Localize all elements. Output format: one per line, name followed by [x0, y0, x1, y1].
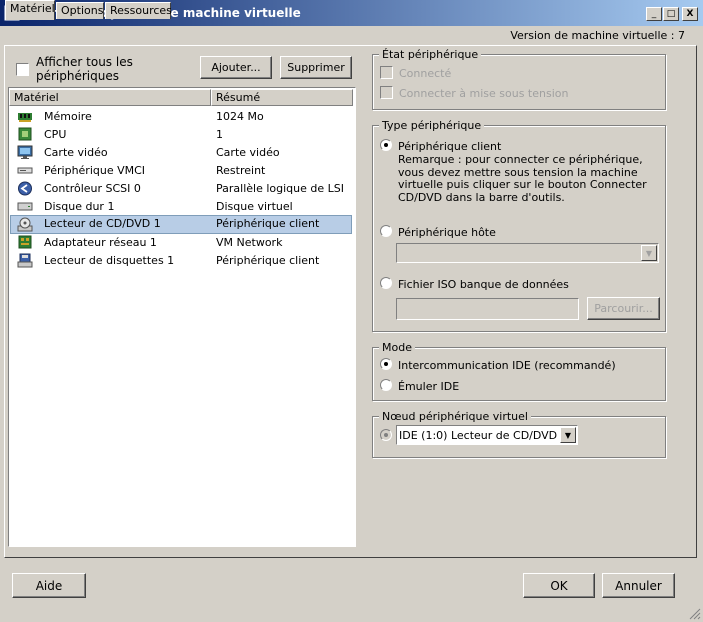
chevron-down-icon: ▼	[641, 245, 657, 261]
cancel-button[interactable]: Annuler	[602, 573, 675, 598]
close-button[interactable]: X	[682, 7, 698, 21]
memory-icon	[18, 113, 32, 122]
device-row-cd-dvd[interactable]: Lecteur de CD/DVD 1 Périphérique client	[10, 215, 352, 234]
host-device-label: Périphérique hôte	[398, 226, 496, 239]
tab-options[interactable]: Options	[56, 2, 104, 19]
device-status-legend: État périphérique	[379, 48, 482, 61]
virtual-node-value: IDE (1:0) Lecteur de CD/DVD 1	[399, 429, 568, 442]
iso-path-field[interactable]	[396, 298, 579, 320]
ide-passthrough-radio[interactable]	[380, 358, 392, 370]
virtual-node-radio[interactable]	[380, 429, 392, 441]
device-row-network-adapter[interactable]: Adaptateur réseau 1 VM Network	[10, 234, 352, 252]
iso-file-radio[interactable]	[380, 277, 392, 289]
vm-version-label: Version de machine virtuelle : 7	[510, 29, 685, 42]
ide-passthrough-label: Intercommunication IDE (recommandé)	[398, 359, 616, 372]
remove-device-button[interactable]: Supprimer	[280, 56, 352, 79]
device-name: CPU	[44, 128, 67, 141]
device-row-vmci[interactable]: Périphérique VMCI Restreint	[10, 162, 352, 180]
browse-button[interactable]: Parcourir...	[587, 297, 660, 320]
device-name: Mémoire	[44, 110, 92, 123]
show-all-devices-label: Afficher tous les périphériques	[36, 55, 133, 83]
client-device-note: Remarque : pour connecter ce périphériqu…	[398, 153, 647, 204]
close-icon: X	[686, 8, 694, 19]
device-summary: Périphérique client	[216, 217, 320, 230]
column-header-hardware[interactable]: Matériel	[9, 89, 211, 106]
tab-hardware[interactable]: Matériel	[5, 0, 55, 20]
device-name: Carte vidéo	[44, 146, 108, 159]
ok-button[interactable]: OK	[523, 573, 595, 598]
device-summary: Périphérique client	[216, 254, 320, 267]
maximize-button[interactable]: □	[663, 7, 679, 21]
vmci-icon	[17, 167, 33, 174]
monitor-icon	[17, 145, 33, 159]
device-name: Adaptateur réseau 1	[44, 236, 157, 249]
help-button[interactable]: Aide	[12, 573, 86, 598]
device-row-memory[interactable]: Mémoire 1024 Mo	[10, 108, 352, 126]
vm-properties-dialog: Ubuntu - Propriétés de machine virtuelle…	[0, 0, 703, 622]
tab-resources-label: Ressources	[110, 4, 172, 17]
minimize-icon: _	[651, 8, 657, 19]
emulate-ide-label: Émuler IDE	[398, 380, 460, 393]
device-name: Périphérique VMCI	[44, 164, 146, 177]
device-name: Disque dur 1	[44, 200, 115, 213]
device-name: Lecteur de disquettes 1	[44, 254, 175, 267]
connect-at-power-on-checkbox[interactable]	[380, 86, 393, 99]
device-name: Contrôleur SCSI 0	[44, 182, 141, 195]
client-device-radio[interactable]	[380, 139, 392, 151]
scsi-controller-icon	[18, 181, 32, 196]
device-summary: Disque virtuel	[216, 200, 293, 213]
cpu-icon	[18, 127, 32, 141]
device-row-hard-disk[interactable]: Disque dur 1 Disque virtuel	[10, 198, 352, 216]
connect-at-power-on-label: Connecter à mise sous tension	[399, 87, 569, 100]
device-summary: VM Network	[216, 236, 283, 249]
device-summary: Carte vidéo	[216, 146, 280, 159]
column-header-summary[interactable]: Résumé	[211, 89, 353, 106]
virtual-node-dropdown[interactable]: IDE (1:0) Lecteur de CD/DVD 1 ▼	[396, 425, 578, 445]
host-device-dropdown[interactable]: ▼	[396, 243, 659, 263]
device-status-group: État périphérique	[372, 48, 666, 110]
device-summary: Parallèle logique de LSI	[216, 182, 344, 195]
device-summary: 1024 Mo	[216, 110, 264, 123]
connected-label: Connecté	[399, 67, 452, 80]
device-row-video-card[interactable]: Carte vidéo Carte vidéo	[10, 144, 352, 162]
maximize-icon: □	[666, 8, 676, 19]
chevron-down-icon: ▼	[560, 427, 576, 443]
device-summary: Restreint	[216, 164, 266, 177]
hardware-list-header: Matériel Résumé	[9, 88, 355, 106]
device-name: Lecteur de CD/DVD 1	[44, 217, 161, 230]
device-summary: 1	[216, 128, 223, 141]
iso-file-label: Fichier ISO banque de données	[398, 278, 569, 291]
device-row-floppy[interactable]: Lecteur de disquettes 1 Périphérique cli…	[10, 252, 352, 270]
device-type-legend: Type périphérique	[379, 119, 485, 132]
show-all-devices-checkbox[interactable]	[16, 63, 29, 76]
host-device-radio[interactable]	[380, 225, 392, 237]
network-adapter-icon	[18, 235, 32, 249]
virtual-device-node-legend: Nœud périphérique virtuel	[379, 410, 531, 423]
tab-hardware-label: Matériel	[10, 2, 55, 15]
connected-checkbox[interactable]	[380, 66, 393, 79]
device-row-scsi-controller[interactable]: Contrôleur SCSI 0 Parallèle logique de L…	[10, 180, 352, 198]
cd-dvd-icon	[17, 217, 33, 232]
minimize-button[interactable]: _	[646, 7, 662, 21]
tab-options-label: Options	[61, 4, 104, 17]
device-row-cpu[interactable]: CPU 1	[10, 126, 352, 144]
emulate-ide-radio[interactable]	[380, 379, 392, 391]
hard-disk-icon	[17, 202, 33, 211]
client-device-label: Périphérique client	[398, 140, 502, 153]
add-device-button[interactable]: Ajouter...	[200, 56, 272, 79]
hardware-list: Matériel Résumé Mémoire 1024 Mo CPU 1 Ca…	[8, 87, 356, 547]
floppy-icon	[17, 253, 33, 268]
resize-grip-icon[interactable]	[689, 608, 701, 620]
tab-resources[interactable]: Ressources	[105, 2, 172, 19]
mode-legend: Mode	[379, 341, 415, 354]
